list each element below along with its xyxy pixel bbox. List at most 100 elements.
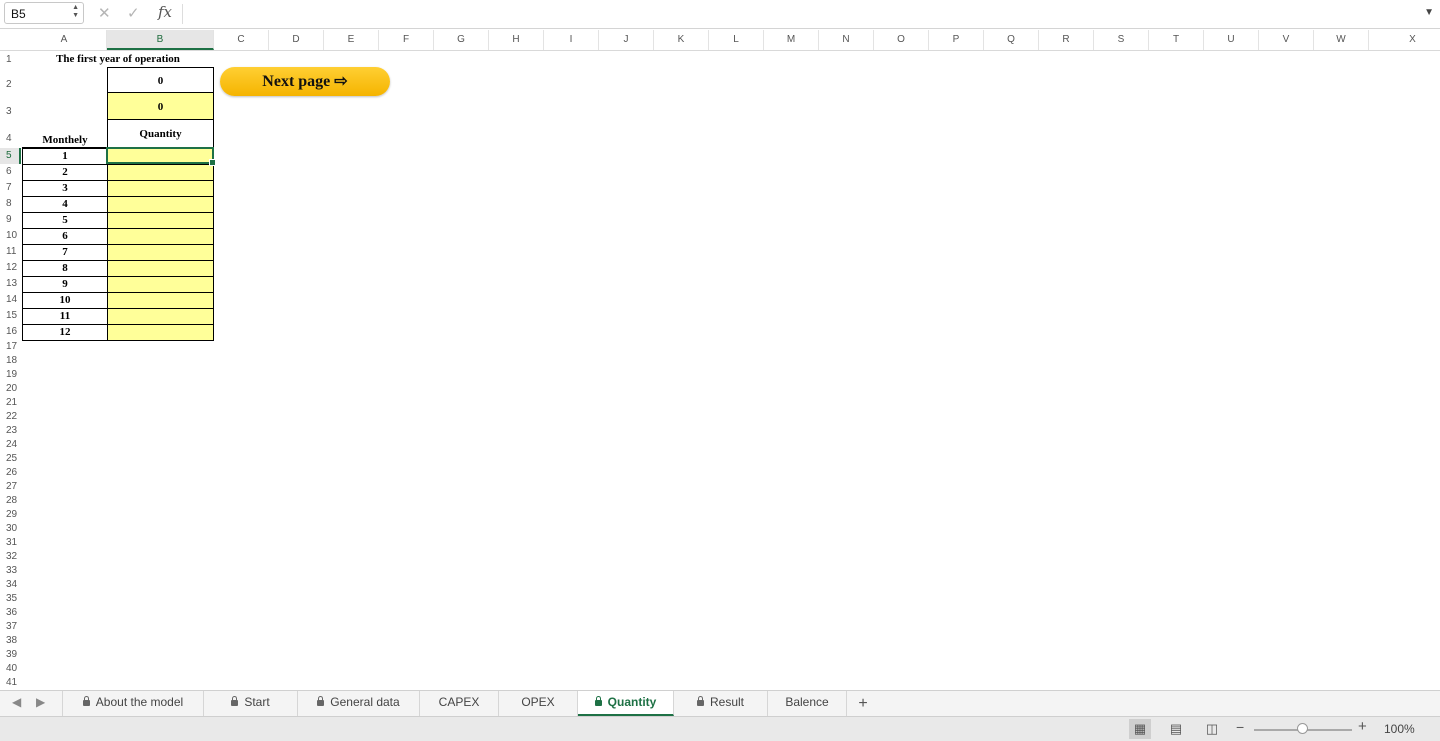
row-header-15[interactable]: 15: [0, 308, 21, 324]
month-cell[interactable]: 10: [22, 292, 108, 309]
column-header-k[interactable]: K: [654, 30, 709, 50]
row-header-7[interactable]: 7: [0, 180, 21, 196]
row-header-23[interactable]: 23: [0, 424, 21, 438]
zoom-in-icon[interactable]: +: [1358, 718, 1367, 735]
column-header-e[interactable]: E: [324, 30, 379, 50]
row-header-21[interactable]: 21: [0, 396, 21, 410]
row-header-37[interactable]: 37: [0, 620, 21, 634]
row-header-26[interactable]: 26: [0, 466, 21, 480]
row-header-29[interactable]: 29: [0, 508, 21, 522]
row-header-14[interactable]: 14: [0, 292, 21, 308]
month-cell[interactable]: 1: [22, 148, 108, 165]
active-cell-b5[interactable]: [106, 147, 216, 166]
zoom-slider-thumb[interactable]: [1297, 723, 1308, 734]
row-header-8[interactable]: 8: [0, 196, 21, 212]
quantity-input-cell[interactable]: [107, 260, 214, 277]
row-header-38[interactable]: 38: [0, 634, 21, 648]
column-header-f[interactable]: F: [379, 30, 434, 50]
row-header-40[interactable]: 40: [0, 662, 21, 676]
scroll-tabs-right-icon[interactable]: ▶: [36, 695, 45, 709]
row-header-39[interactable]: 39: [0, 648, 21, 662]
sheet-tab-general-data[interactable]: General data: [298, 691, 420, 716]
month-cell[interactable]: 11: [22, 308, 108, 325]
row-header-35[interactable]: 35: [0, 592, 21, 606]
row-header-27[interactable]: 27: [0, 480, 21, 494]
column-header-n[interactable]: N: [819, 30, 874, 50]
row-header-41[interactable]: 41: [0, 676, 21, 690]
column-header-p[interactable]: P: [929, 30, 984, 50]
row-header-22[interactable]: 22: [0, 410, 21, 424]
quantity-input-cell[interactable]: [107, 196, 214, 213]
column-header-q[interactable]: Q: [984, 30, 1039, 50]
row-header-12[interactable]: 12: [0, 260, 21, 276]
insert-function-icon[interactable]: fx: [158, 3, 172, 21]
row-header-2[interactable]: 2: [0, 67, 21, 93]
column-header-d[interactable]: D: [269, 30, 324, 50]
month-cell[interactable]: 2: [22, 164, 108, 181]
sheet-tab-result[interactable]: Result: [674, 691, 768, 716]
column-header-o[interactable]: O: [874, 30, 929, 50]
row-header-19[interactable]: 19: [0, 368, 21, 382]
quantity-input-cell[interactable]: [107, 276, 214, 293]
month-cell[interactable]: 6: [22, 228, 108, 245]
row-header-1[interactable]: 1: [0, 52, 21, 67]
expand-formula-bar-icon[interactable]: ▼: [1424, 7, 1434, 18]
row-header-11[interactable]: 11: [0, 244, 21, 260]
sheet-tab-capex[interactable]: CAPEX: [420, 691, 499, 716]
column-header-l[interactable]: L: [709, 30, 764, 50]
column-header-c[interactable]: C: [214, 30, 269, 50]
quantity-input-cell[interactable]: [107, 244, 214, 261]
row-header-18[interactable]: 18: [0, 354, 21, 368]
row-header-9[interactable]: 9: [0, 212, 21, 228]
column-header-m[interactable]: M: [764, 30, 819, 50]
row-header-10[interactable]: 10: [0, 228, 21, 244]
name-box[interactable]: B5 ▲ ▼: [4, 2, 84, 24]
column-header-b[interactable]: B: [107, 30, 214, 50]
quantity-input-cell[interactable]: [107, 292, 214, 309]
row-header-34[interactable]: 34: [0, 578, 21, 592]
column-header-h[interactable]: H: [489, 30, 544, 50]
row-header-33[interactable]: 33: [0, 564, 21, 578]
name-box-spinner-icon[interactable]: ▲ ▼: [72, 4, 79, 20]
row-header-36[interactable]: 36: [0, 606, 21, 620]
sheet-tab-opex[interactable]: OPEX: [499, 691, 578, 716]
cell-b3[interactable]: 0: [107, 92, 214, 120]
column-header-a[interactable]: A: [22, 30, 107, 50]
column-header-u[interactable]: U: [1204, 30, 1259, 50]
page-break-view-icon[interactable]: ◫: [1201, 719, 1223, 739]
add-sheet-button[interactable]: +: [852, 691, 874, 716]
cell-b2[interactable]: 0: [107, 67, 214, 93]
page-layout-view-icon[interactable]: ▤: [1165, 719, 1187, 739]
column-header-i[interactable]: I: [544, 30, 599, 50]
month-cell[interactable]: 4: [22, 196, 108, 213]
column-header-s[interactable]: S: [1094, 30, 1149, 50]
row-header-16[interactable]: 16: [0, 324, 21, 340]
formula-input[interactable]: [190, 6, 1410, 22]
row-header-4[interactable]: 4: [0, 120, 21, 148]
month-cell[interactable]: 3: [22, 180, 108, 197]
column-header-r[interactable]: R: [1039, 30, 1094, 50]
sheet-tab-quantity[interactable]: Quantity: [578, 691, 674, 716]
row-header-28[interactable]: 28: [0, 494, 21, 508]
zoom-out-icon[interactable]: −: [1236, 719, 1244, 735]
column-header-g[interactable]: G: [434, 30, 489, 50]
column-header-w[interactable]: W: [1314, 30, 1369, 50]
row-header-13[interactable]: 13: [0, 276, 21, 292]
row-header-25[interactable]: 25: [0, 452, 21, 466]
quantity-input-cell[interactable]: [107, 228, 214, 245]
column-header-t[interactable]: T: [1149, 30, 1204, 50]
scroll-tabs-left-icon[interactable]: ◀: [12, 695, 21, 709]
row-header-30[interactable]: 30: [0, 522, 21, 536]
quantity-input-cell[interactable]: [107, 180, 214, 197]
month-cell[interactable]: 7: [22, 244, 108, 261]
row-header-5[interactable]: 5: [0, 148, 21, 164]
quantity-input-cell[interactable]: [107, 164, 214, 181]
column-header-j[interactable]: J: [599, 30, 654, 50]
sheet-tab-start[interactable]: Start: [204, 691, 298, 716]
month-cell[interactable]: 12: [22, 324, 108, 341]
cancel-icon[interactable]: ✕: [98, 4, 111, 22]
row-header-24[interactable]: 24: [0, 438, 21, 452]
month-cell[interactable]: 8: [22, 260, 108, 277]
row-header-32[interactable]: 32: [0, 550, 21, 564]
row-header-17[interactable]: 17: [0, 340, 21, 354]
